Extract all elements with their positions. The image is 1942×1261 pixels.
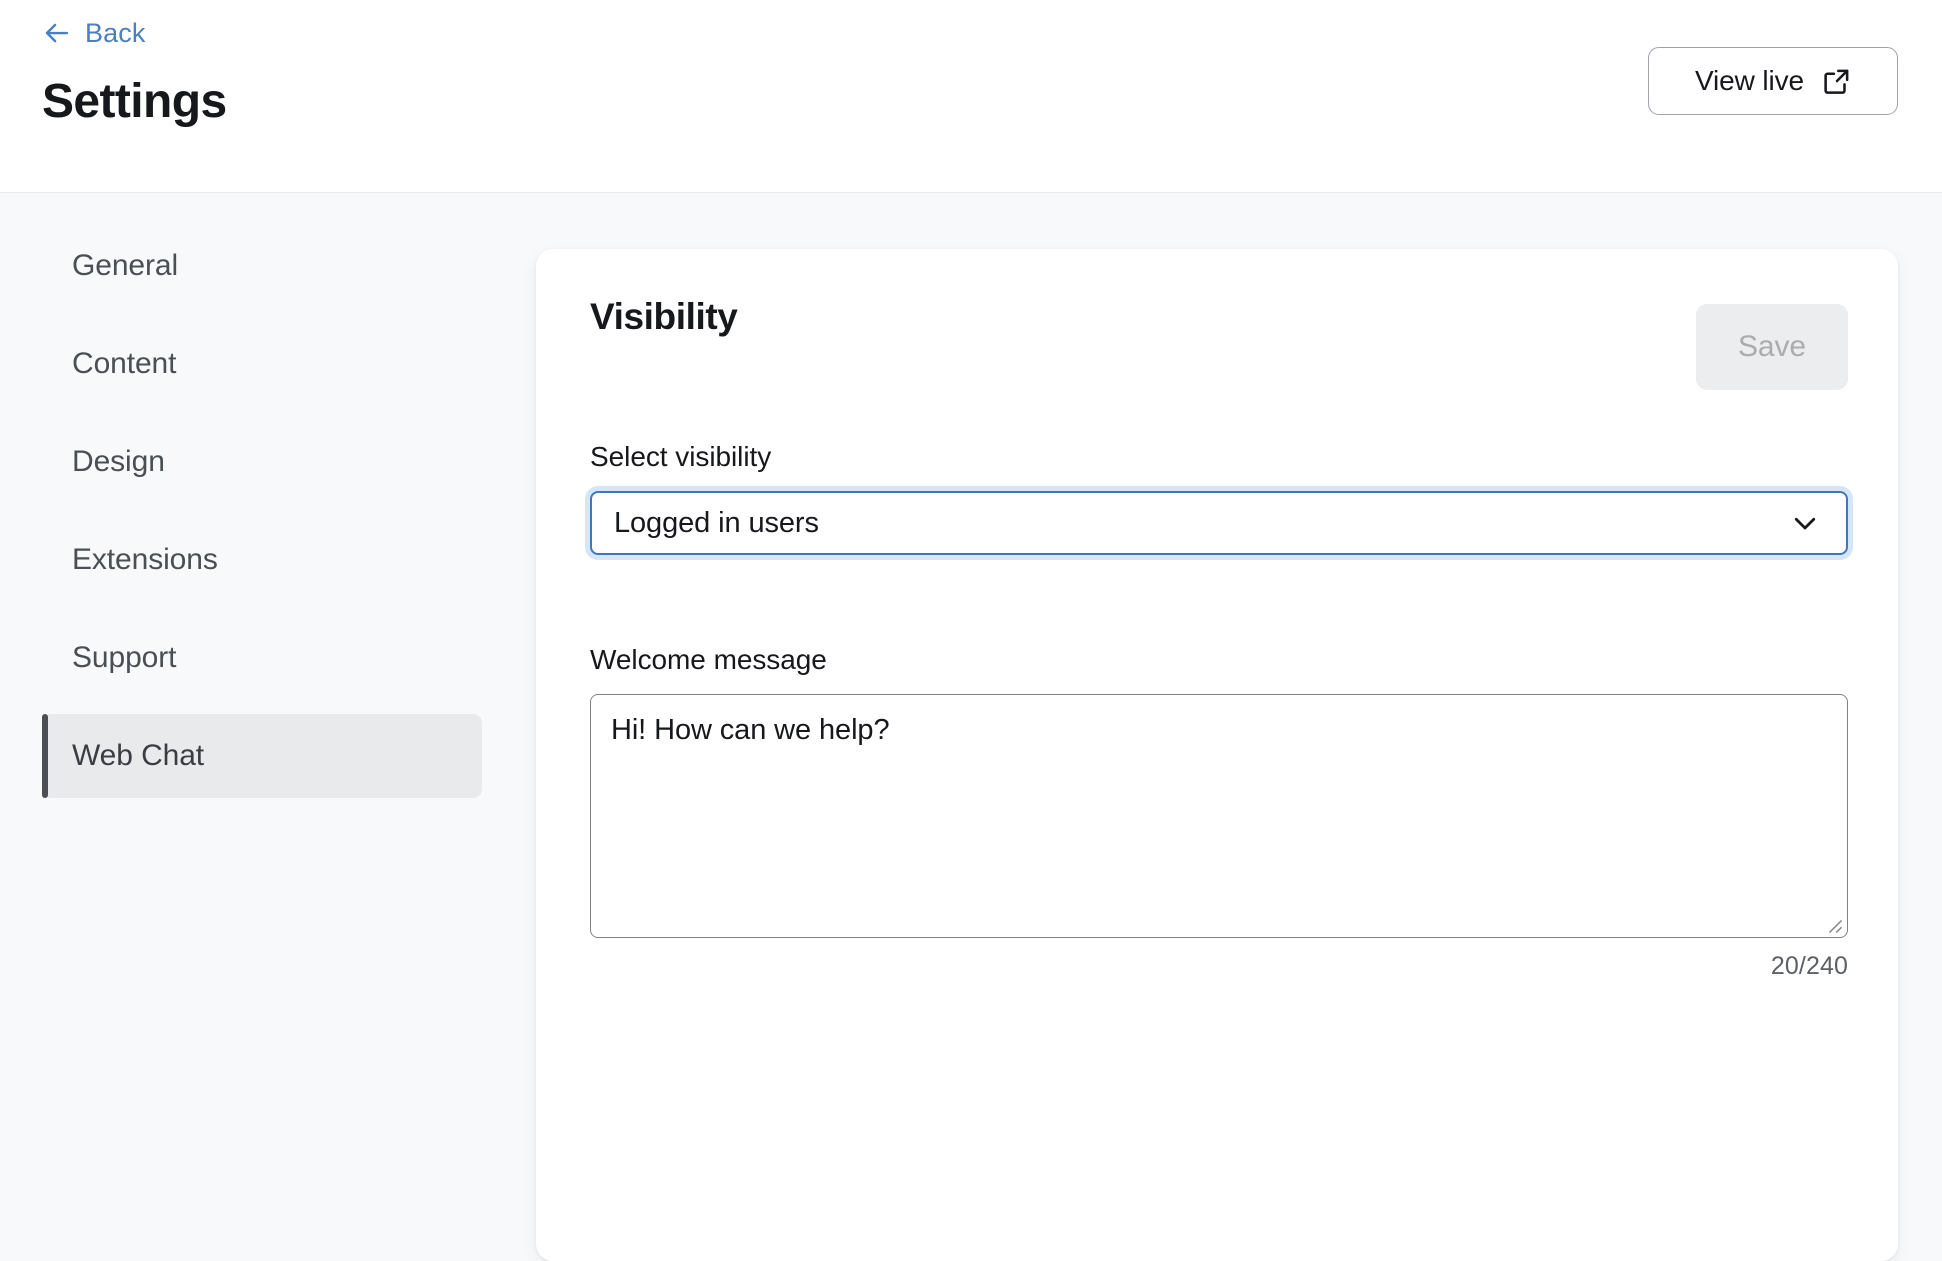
sidebar-item-label: Support — [72, 641, 177, 674]
sidebar-item-label: Web Chat — [72, 739, 205, 772]
settings-body: General Content Design Extensions Suppor… — [0, 194, 1942, 1261]
select-visibility-value: Logged in users — [614, 506, 819, 539]
welcome-message-wrapper: 20/240 — [590, 694, 1848, 980]
welcome-message-label: Welcome message — [590, 644, 827, 675]
back-link[interactable]: Back — [42, 18, 145, 48]
save-button-label: Save — [1738, 330, 1806, 363]
back-label: Back — [85, 18, 146, 48]
sidebar-item-design[interactable]: Design — [42, 420, 482, 504]
sidebar-item-label: General — [72, 249, 179, 282]
welcome-message-input[interactable] — [590, 694, 1848, 938]
select-visibility-focus-ring: Logged in users — [590, 491, 1848, 555]
card-header: Visibility Save — [536, 249, 1898, 390]
sidebar-item-extensions[interactable]: Extensions — [42, 518, 482, 602]
sidebar-item-label: Design — [72, 445, 165, 478]
select-visibility-label: Select visibility — [590, 441, 772, 472]
sidebar-item-support[interactable]: Support — [42, 616, 482, 700]
sidebar-item-label: Extensions — [72, 543, 218, 576]
field-welcome-message: Welcome message 20/240 — [590, 644, 1848, 980]
field-select-visibility: Select visibility Logged in users — [590, 441, 1848, 555]
page-title: Settings — [42, 75, 227, 128]
save-button[interactable]: Save — [1696, 304, 1848, 390]
arrow-left-icon — [45, 23, 69, 43]
view-live-button[interactable]: View live — [1648, 47, 1898, 115]
sidebar-item-label: Content — [72, 347, 177, 380]
chevron-down-icon — [1794, 517, 1816, 530]
sidebar-item-content[interactable]: Content — [42, 322, 482, 406]
visibility-card: Visibility Save Select visibility Logged… — [536, 249, 1898, 1261]
sidebar-item-general[interactable]: General — [42, 224, 482, 308]
char-counter: 20/240 — [1770, 952, 1848, 980]
sidebar-item-web-chat[interactable]: Web Chat — [42, 714, 482, 798]
external-link-icon — [1824, 69, 1849, 94]
page-header: Back Settings View live — [0, 0, 1942, 193]
select-visibility-input[interactable]: Logged in users — [590, 491, 1848, 555]
settings-sidebar: General Content Design Extensions Suppor… — [42, 224, 482, 812]
card-title: Visibility — [590, 296, 738, 337]
view-live-label: View live — [1694, 65, 1805, 96]
